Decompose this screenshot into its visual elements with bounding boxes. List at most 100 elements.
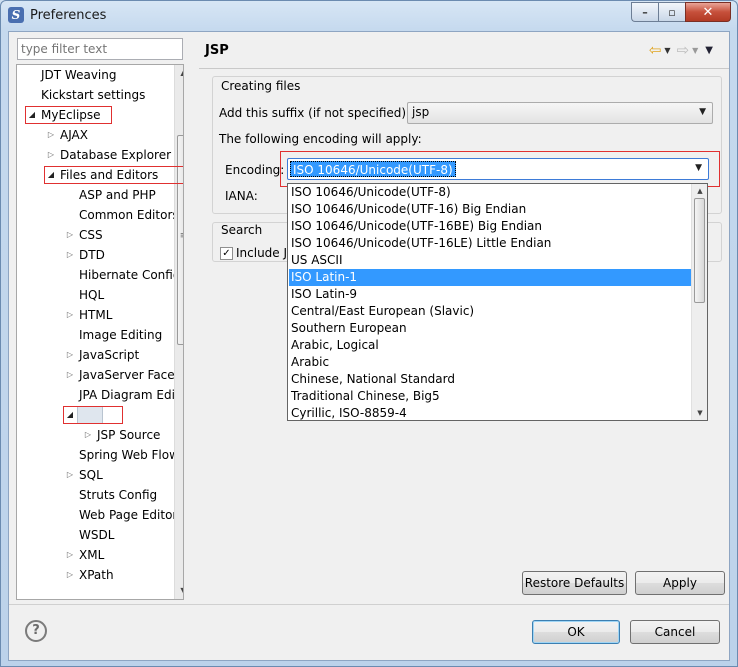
creating-files-group-label: Creating files bbox=[219, 79, 303, 93]
encoding-option[interactable]: Traditional Chinese, Big5 bbox=[289, 388, 692, 405]
dropdown-scrollbar[interactable]: ▲ ▼ bbox=[691, 184, 707, 420]
tree-item-database-explorer[interactable]: ▷ Database Explorer bbox=[17, 145, 174, 165]
tree-highlight-box bbox=[44, 166, 183, 184]
window-controls: – ▫ ✕ bbox=[631, 2, 731, 22]
encoding-option[interactable]: ISO 10646/Unicode(UTF-8) bbox=[289, 184, 692, 201]
encoding-option[interactable]: ISO 10646/Unicode(UTF-16BE) Big Endian bbox=[289, 218, 692, 235]
encoding-option[interactable]: Arabic, Logical bbox=[289, 337, 692, 354]
include-checkbox[interactable]: ✓ bbox=[220, 247, 233, 260]
minimize-icon: – bbox=[642, 5, 648, 19]
collapsed-arrow-icon[interactable]: ▷ bbox=[65, 225, 75, 245]
tree-item-html[interactable]: ▷ HTML bbox=[17, 305, 174, 325]
maximize-icon: ▫ bbox=[668, 5, 676, 19]
tree-item-css[interactable]: ▷ CSS bbox=[17, 225, 174, 245]
tree-vertical-scrollbar[interactable]: ▲ ≡ ▼ bbox=[174, 65, 183, 599]
tree-item-xpath[interactable]: ▷ XPath bbox=[17, 565, 174, 585]
encoding-option[interactable]: ISO Latin-1 bbox=[289, 269, 692, 286]
collapsed-arrow-icon[interactable]: ▷ bbox=[65, 545, 75, 565]
view-menu-icon[interactable]: ▼ bbox=[705, 45, 713, 56]
collapsed-arrow-icon[interactable]: ▷ bbox=[65, 345, 75, 365]
include-label: Include J bbox=[236, 246, 288, 260]
cancel-button[interactable]: Cancel bbox=[630, 620, 720, 644]
maximize-button[interactable]: ▫ bbox=[658, 2, 685, 22]
scroll-up-icon[interactable]: ▲ bbox=[692, 184, 707, 198]
tree-item-label: SQL bbox=[79, 468, 103, 482]
tree-horizontal-scrollbar[interactable]: ◀ ||| ▶ bbox=[17, 599, 174, 600]
tree-item-wsdl[interactable]: WSDL bbox=[17, 525, 174, 545]
tree-item-kickstart-settings[interactable]: Kickstart settings bbox=[17, 85, 174, 105]
close-button[interactable]: ✕ bbox=[685, 2, 731, 22]
title-bar[interactable]: S Preferences – ▫ ✕ bbox=[1, 1, 737, 31]
encoding-option[interactable]: ISO 10646/Unicode(UTF-16) Big Endian bbox=[289, 201, 692, 218]
tree-item-image-editing[interactable]: Image Editing bbox=[17, 325, 174, 345]
dropdown-scroll-thumb[interactable] bbox=[694, 198, 705, 303]
suffix-combo[interactable]: jsp ▼ bbox=[407, 102, 713, 124]
tree-item-dtd[interactable]: ▷ DTD bbox=[17, 245, 174, 265]
tree-item-javaserver-faces[interactable]: ▷ JavaServer Faces bbox=[17, 365, 181, 385]
tree-item-sql[interactable]: ▷ SQL bbox=[17, 465, 174, 485]
tree-item-label: Web Page Editor bbox=[79, 508, 178, 522]
tree-item-label: JavaServer Faces bbox=[79, 368, 181, 382]
tree-item-hql[interactable]: HQL bbox=[17, 285, 174, 305]
collapsed-arrow-icon[interactable]: ▷ bbox=[65, 305, 75, 325]
collapsed-arrow-icon[interactable]: ▷ bbox=[46, 125, 56, 145]
collapsed-arrow-icon[interactable]: ▷ bbox=[65, 245, 75, 265]
collapsed-arrow-icon[interactable]: ▷ bbox=[83, 425, 93, 445]
encoding-option[interactable]: ISO 10646/Unicode(UTF-16LE) Little Endia… bbox=[289, 235, 692, 252]
collapsed-arrow-icon[interactable]: ▷ bbox=[65, 565, 75, 585]
encoding-option[interactable]: ISO Latin-9 bbox=[289, 286, 692, 303]
tree-item-jpa-diagram-editor[interactable]: JPA Diagram Editor bbox=[17, 385, 183, 405]
tree-item-label: AJAX bbox=[60, 128, 88, 142]
tree-item-jdt-weaving[interactable]: JDT Weaving bbox=[17, 65, 174, 85]
tree-item-label: XPath bbox=[79, 568, 114, 582]
tree-item-hibernate-config[interactable]: Hibernate Config bbox=[17, 265, 180, 285]
encoding-option[interactable]: Central/East European (Slavic) bbox=[289, 303, 692, 320]
help-icon[interactable]: ? bbox=[25, 620, 47, 642]
back-arrow-icon[interactable]: ⇦ bbox=[649, 41, 662, 59]
tree-item-label: Image Editing bbox=[79, 328, 163, 342]
forward-history-dropdown-icon[interactable]: ▼ bbox=[692, 46, 698, 55]
encoding-option[interactable]: US ASCII bbox=[289, 252, 692, 269]
encoding-option[interactable]: Cyrillic, ISO-8859-4 bbox=[289, 405, 692, 420]
tree-item-xml[interactable]: ▷ XML bbox=[17, 545, 174, 565]
collapsed-arrow-icon[interactable]: ▷ bbox=[65, 365, 75, 385]
tree-item-ajax[interactable]: ▷ AJAX bbox=[17, 125, 174, 145]
forward-arrow-icon[interactable]: ⇨ bbox=[677, 41, 690, 59]
suffix-label: Add this suffix (if not specified): bbox=[219, 106, 411, 120]
tree-item-spring-web-flow[interactable]: Spring Web Flow bbox=[17, 445, 179, 465]
tree-item-jsp-source[interactable]: ▷ JSP Source bbox=[17, 425, 174, 445]
apply-button[interactable]: Apply bbox=[635, 571, 725, 595]
tree-item-web-page-editor[interactable]: Web Page Editor bbox=[17, 505, 178, 525]
scroll-up-icon[interactable]: ▲ bbox=[175, 65, 183, 81]
dialog-client-area: ▷ XPath ▷ XML WSDL Web Page Editor Struts Conf… bbox=[8, 31, 730, 661]
suffix-combo-value: jsp bbox=[412, 105, 430, 119]
collapsed-arrow-icon[interactable]: ▷ bbox=[65, 465, 75, 485]
encoding-option[interactable]: Chinese, National Standard bbox=[289, 371, 692, 388]
tree-item-label: DTD bbox=[79, 248, 105, 262]
tree-item-struts-config[interactable]: Struts Config bbox=[17, 485, 174, 505]
collapsed-arrow-icon[interactable]: ▷ bbox=[46, 145, 56, 165]
search-group-label: Search bbox=[219, 223, 265, 237]
filter-input[interactable] bbox=[17, 38, 183, 60]
minimize-button[interactable]: – bbox=[631, 2, 658, 22]
tree-item-common-editors[interactable]: Common Editors bbox=[17, 205, 179, 225]
tree-highlight-box bbox=[25, 106, 112, 124]
ok-button[interactable]: OK bbox=[532, 620, 620, 644]
tree-item-asp-and-php[interactable]: ASP and PHP bbox=[17, 185, 174, 205]
tree-item-label: Spring Web Flow bbox=[79, 448, 179, 462]
iana-label: IANA: bbox=[225, 189, 258, 203]
restore-defaults-button[interactable]: Restore Defaults bbox=[522, 571, 627, 595]
page-navigation: ⇦ ▼ ⇨ ▼ ▼ bbox=[649, 41, 717, 59]
encoding-dropdown-list[interactable]: Cyrillic, ISO-8859-4 Traditional Chinese,… bbox=[287, 183, 708, 421]
encoding-option[interactable]: Arabic bbox=[289, 354, 692, 371]
scroll-down-icon[interactable]: ▼ bbox=[692, 406, 707, 420]
encoding-option[interactable]: Southern European bbox=[289, 320, 692, 337]
scroll-down-icon[interactable]: ▼ bbox=[175, 583, 183, 599]
tree-item-javascript[interactable]: ▷ JavaScript bbox=[17, 345, 174, 365]
tree-item-label: XML bbox=[79, 548, 105, 562]
encoding-note: The following encoding will apply: bbox=[219, 132, 422, 146]
back-history-dropdown-icon[interactable]: ▼ bbox=[664, 46, 670, 55]
tree-item-label: Hibernate Config bbox=[79, 268, 181, 282]
preferences-tree[interactable]: ▷ XPath ▷ XML WSDL Web Page Editor Struts Conf… bbox=[16, 64, 184, 600]
tree-item-label: Struts Config bbox=[79, 488, 158, 502]
